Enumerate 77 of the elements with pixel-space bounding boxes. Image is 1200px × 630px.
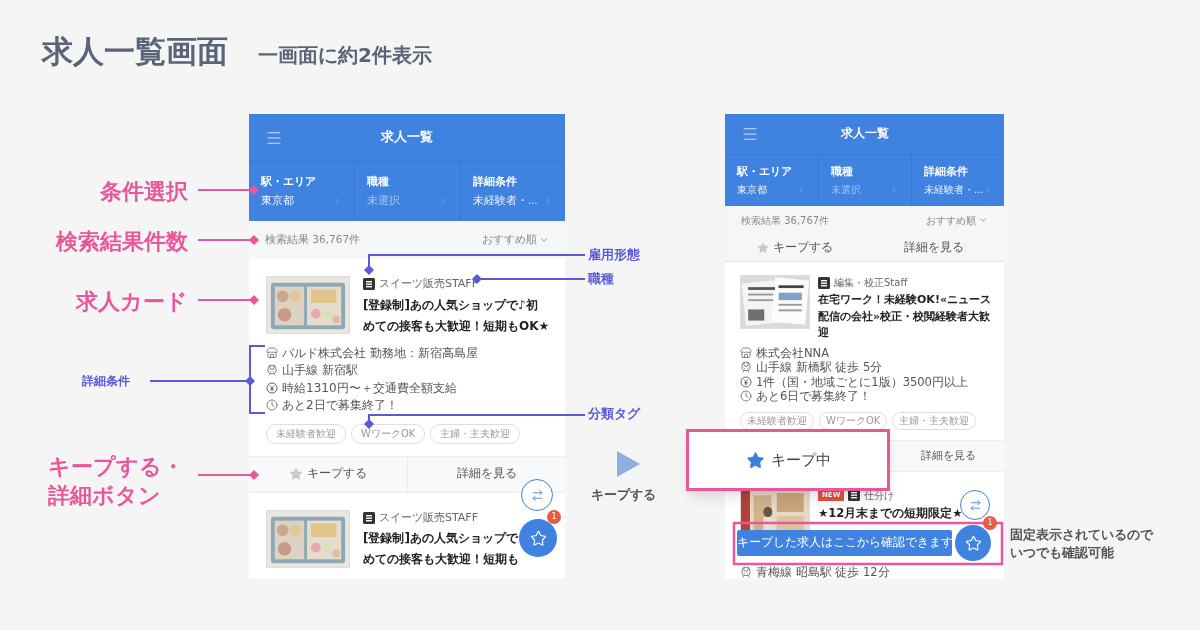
job-title: ★12月末までの短期限定★ (818, 504, 963, 521)
employment-type-icon (363, 278, 375, 291)
result-count: 検索結果 36,767件 (265, 232, 361, 248)
chevron-icon (543, 196, 553, 207)
job-title: [登録制]あの人気ショップで めての接客も大歓迎！短期も (363, 530, 519, 568)
leader-line (197, 185, 259, 195)
annotation-label: 固定表示されているので いつでも確認可能 (1010, 526, 1153, 562)
filter-tab[interactable]: 駅・エリア 東京都 (725, 155, 818, 206)
swap-arrows-icon (968, 498, 982, 512)
train-icon (740, 361, 752, 374)
job-detail: 1件（国・地域ごとに1版）3500円以上 (756, 374, 968, 389)
annotation-label: 雇用形態 (588, 246, 640, 264)
flow-arrow (617, 451, 640, 477)
result-count: 検索結果 36,767件 (741, 213, 830, 228)
filter-value: 未選択 (367, 193, 401, 209)
annotation-label: 分類タグ (588, 405, 640, 423)
swap-arrows-icon (530, 488, 544, 502)
job-detail: 株式会社NNA (756, 345, 830, 360)
job-detail: 山手線 新橋駅 徒歩 5分 (756, 360, 883, 375)
store-icon (266, 346, 278, 359)
annotation-label: 詳細条件 (82, 373, 130, 390)
annotation-label: キープする (591, 486, 656, 504)
filter-tab[interactable]: 駅・エリア 東京都 (249, 162, 355, 221)
annotation-label: 検索結果件数 (54, 228, 188, 256)
header-title: 求人一覧 (840, 125, 889, 143)
annotation-label: 職種 (588, 270, 614, 288)
employment-type-icon (363, 511, 375, 524)
store-icon (740, 346, 752, 359)
menu-icon[interactable] (741, 125, 759, 143)
chevron-icon (889, 184, 899, 195)
job-detail: 山手線 新宿駅 (282, 362, 358, 379)
annotation-label: 条件選択 (99, 178, 188, 206)
employment-type-icon (818, 276, 830, 289)
clock-icon (740, 390, 752, 403)
page-title: 求人一覧画面 (42, 32, 228, 71)
filter-value: 東京都 (261, 193, 294, 209)
keep-button[interactable]: キープ中 (745, 448, 831, 472)
leader-line (197, 295, 259, 305)
page-subtitle: 一画面に約2件表示 (258, 42, 432, 69)
chevron-icon (796, 184, 806, 195)
sort-dropdown[interactable]: おすすめ順 (926, 212, 988, 228)
sort-dropdown[interactable]: おすすめ順 (482, 232, 549, 248)
star-icon (529, 529, 547, 547)
detail-button[interactable]: 詳細を見る (920, 447, 976, 464)
keep-button[interactable]: キープする (289, 465, 367, 483)
annotation-label: キープする・ 詳細ボタン (48, 453, 184, 510)
annotation-label: 求人カード (74, 288, 188, 316)
yen-coin-icon (266, 381, 278, 394)
detail-button[interactable]: 詳細を見る (456, 465, 517, 483)
job-detail: 時給1310円〜＋交通費全額支給 (282, 379, 457, 396)
yen-coin-icon (740, 375, 752, 388)
star-icon (964, 534, 982, 552)
job-category: スイーツ販売STAFF (379, 509, 479, 526)
filter-value: 未経験者・... (472, 193, 538, 209)
train-icon (740, 565, 752, 578)
train-icon (266, 364, 278, 377)
job-title: [登録制]あの人気ショップで♪初 めての接客も大歓迎！短期もOK★ (363, 296, 550, 335)
job-detail: あと6日で募集終了！ (756, 389, 872, 404)
clock-icon (266, 399, 278, 412)
job-category: 編集・校正Staff (834, 276, 908, 290)
tooltip: キープした求人はここから確認できます (737, 530, 952, 556)
filter-value: 東京都 (737, 183, 767, 198)
chevron-icon (978, 215, 988, 225)
job-detail: バルド株式会社 勤務地：新宿高島屋 (282, 344, 478, 361)
job-detail: あと2日で募集終了！ (282, 397, 398, 414)
detail-button[interactable]: 詳細を見る (864, 234, 1004, 261)
leader-line (197, 470, 259, 480)
job-category: 仕分け (864, 488, 895, 503)
leader-line (197, 235, 259, 245)
filter-value: 未選択 (831, 183, 861, 198)
chevron-icon (539, 235, 549, 245)
filter-value: 未経験者・... (924, 183, 984, 198)
job-detail: 青梅線 昭島駅 徒歩 12分 (756, 564, 890, 578)
header-title: 求人一覧 (381, 128, 433, 147)
notification-badge: 1 (983, 516, 997, 530)
keep-button[interactable]: キープする (725, 234, 865, 261)
job-title: 在宅ワーク！未経験OK!«ニュース 配信の会社»校正・校閲経験者大歓 迎 (818, 292, 991, 341)
